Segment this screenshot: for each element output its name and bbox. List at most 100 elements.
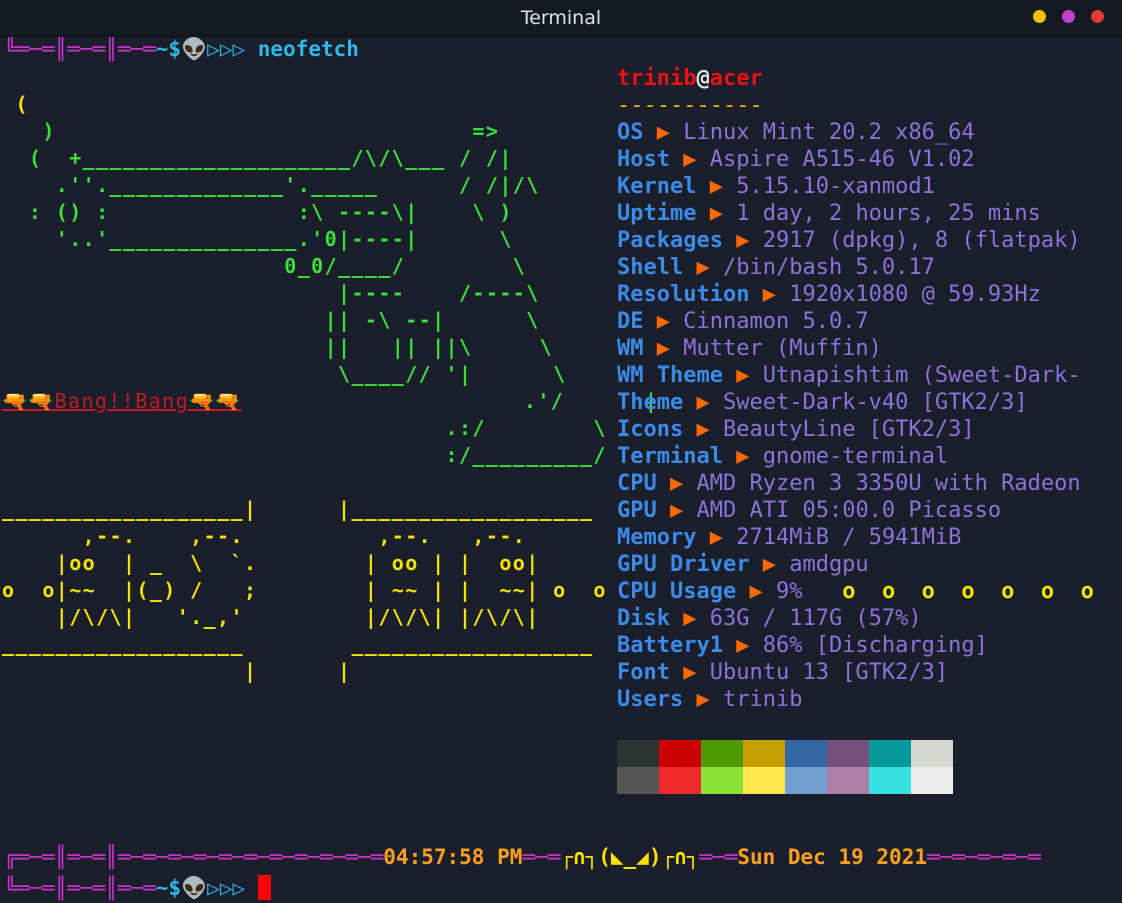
info-key: Packages xyxy=(617,228,723,253)
info-key: Users xyxy=(617,687,684,712)
maximize-button[interactable] xyxy=(1062,10,1075,23)
info-value: 2917 (dpkg), 8 (flatpak) xyxy=(762,228,1081,253)
title-bar: Terminal xyxy=(0,0,1122,37)
arrow-icon: ▶ xyxy=(696,255,710,280)
prompt-frame: ╚═─═║═─═║═─═ xyxy=(4,37,156,61)
arrow-icon: ▶ xyxy=(736,444,750,469)
info-value: AMD ATI 05:00.0 Picasso xyxy=(696,498,1002,523)
ascii-line: ,--. ,--. ,--. ,--. xyxy=(2,524,527,548)
ascii-line: ) => xyxy=(2,119,500,143)
arrow-icon: ▶ xyxy=(709,525,723,550)
arrow-icon: ▶ xyxy=(696,390,710,415)
ascii-line: o o|~~ |(_) / ; | ~~ | | ~~| o o xyxy=(2,578,607,602)
info-row: OS ▶ Linux Mint 20.2 x86_64 xyxy=(617,119,1094,146)
prompt-line-2[interactable]: ╚═─═║═─═║═─═~$👽▷▷▷ xyxy=(4,875,271,901)
ascii-line: |/\/\| '._,' |/\/\| |/\/\| xyxy=(2,605,540,629)
info-key: Disk xyxy=(617,606,670,631)
arrow-icon: ▶ xyxy=(656,336,670,361)
info-value: 86% [Discharging] xyxy=(762,633,988,658)
palette-swatch xyxy=(743,740,785,767)
info-row: Uptime ▶ 1 day, 2 hours, 25 mins xyxy=(617,200,1094,227)
arrow-icon: ▶ xyxy=(736,633,750,658)
ascii-line: :/_________/ xyxy=(2,443,607,467)
system-info: trinib@acer ----------- OS ▶ Linux Mint … xyxy=(617,65,1094,713)
arrow-icon: ▶ xyxy=(670,498,684,523)
ascii-line: || -\ --| \ xyxy=(2,308,540,332)
info-key: Theme xyxy=(617,390,684,415)
info-value: 2714MiB / 5941MiB xyxy=(736,525,962,550)
alien-icon: 👽 xyxy=(181,876,208,900)
palette-swatch xyxy=(617,740,659,767)
info-row: GPU ▶ AMD ATI 05:00.0 Picasso xyxy=(617,497,1094,524)
ascii-line: | | xyxy=(2,659,352,683)
info-value: 5.15.10-xanmod1 xyxy=(736,174,935,199)
info-value: Sweet-Dark-v40 [GTK2/3] xyxy=(722,390,1028,415)
palette-swatch xyxy=(785,767,827,794)
info-row: GPU Driver ▶ amdgpu xyxy=(617,551,1094,578)
palette-swatch xyxy=(827,767,869,794)
cpu-trail: o o o o o o o xyxy=(802,579,1094,604)
palette-swatch xyxy=(911,740,953,767)
palette-swatch xyxy=(659,767,701,794)
info-row: Battery1 ▶ 86% [Discharging] xyxy=(617,632,1094,659)
info-key: WM Theme xyxy=(617,363,723,388)
info-row: Packages ▶ 2917 (dpkg), 8 (flatpak) xyxy=(617,227,1094,254)
info-rows: OS ▶ Linux Mint 20.2 x86_64 Host ▶ Aspire… xyxy=(617,119,1094,713)
color-palette-bright xyxy=(617,767,953,794)
info-value: Mutter (Muffin) xyxy=(683,336,882,361)
info-row: Kernel ▶ 5.15.10-xanmod1 xyxy=(617,173,1094,200)
info-key: Host xyxy=(617,147,670,172)
prompt-symbol: ~$ xyxy=(155,37,182,61)
arrow-icon: ▶ xyxy=(696,687,710,712)
info-row: CPU Usage ▶ 9% o o o o o o o xyxy=(617,578,1094,605)
arrow-icon: ▶ xyxy=(736,228,750,253)
info-row: Resolution ▶ 1920x1080 @ 59.93Hz xyxy=(617,281,1094,308)
alien-icon: 👽 xyxy=(181,37,208,61)
info-key: Terminal xyxy=(617,444,723,469)
info-key: GPU Driver xyxy=(617,552,750,577)
user-host: trinib@acer xyxy=(617,66,763,91)
info-key: Icons xyxy=(617,417,684,442)
arrow-icon: ▶ xyxy=(696,417,710,442)
palette-swatch xyxy=(701,740,743,767)
terminal-area[interactable]: ╚═─═║═─═║═─═~$👽▷▷▷ neofetch ( ) => ( +__… xyxy=(0,37,1122,903)
ascii-line: \____// '| \ xyxy=(2,362,567,386)
palette-swatch xyxy=(911,767,953,794)
prompt-arrows-2: ▷▷▷ xyxy=(207,876,246,900)
info-row: Host ▶ Aspire A515-46 V1.02 xyxy=(617,146,1094,173)
palette-swatch xyxy=(743,767,785,794)
close-button[interactable] xyxy=(1091,10,1104,23)
info-row: Users ▶ trinib xyxy=(617,686,1094,713)
info-value: AMD Ryzen 3 3350U with Radeon xyxy=(696,471,1081,496)
status-frame-left: ╔═─═║═─═║═─═─═─═─═─═─═─═─═─═─═ xyxy=(4,845,384,869)
arrow-icon: ▶ xyxy=(762,552,776,577)
info-key: Uptime xyxy=(617,201,697,226)
ascii-line: '..'______________.'0|----| \ xyxy=(2,227,513,251)
info-key: CPU xyxy=(617,471,657,496)
prompt-arrows: ▷▷▷ xyxy=(207,37,246,61)
arrow-icon: ▶ xyxy=(709,174,723,199)
ascii-line: .:/ \ xyxy=(2,416,607,440)
info-row: Font ▶ Ubuntu 13 [GTK2/3] xyxy=(617,659,1094,686)
ascii-line: || || ||\ \ xyxy=(2,335,554,359)
info-row: DE ▶ Cinnamon 5.0.7 xyxy=(617,308,1094,335)
info-value: 63G / 117G (57%) xyxy=(709,606,922,631)
info-key: CPU Usage xyxy=(617,579,737,604)
bang-text: 🔫🔫Bang!!Bang🔫🔫 xyxy=(2,389,242,413)
ascii-art: ( ) => ( +____________________/\/\___ / … xyxy=(2,91,658,685)
minimize-button[interactable] xyxy=(1033,10,1046,23)
prompt-line: ╚═─═║═─═║═─═~$👽▷▷▷ neofetch xyxy=(4,37,359,62)
arrow-icon: ▶ xyxy=(762,282,776,307)
palette-swatch xyxy=(701,767,743,794)
status-time: 04:57:58 PM xyxy=(383,845,523,869)
info-value: 1920x1080 @ 59.93Hz xyxy=(789,282,1041,307)
info-value: Aspire A515-46 V1.02 xyxy=(709,147,975,172)
info-row: Shell ▶ /bin/bash 5.0.17 xyxy=(617,254,1094,281)
info-value: Utnapishtim (Sweet-Dark- xyxy=(762,363,1081,388)
status-date: Sun Dec 19 2021 xyxy=(737,845,927,869)
info-key: GPU xyxy=(617,498,657,523)
info-row: WM ▶ Mutter (Muffin) xyxy=(617,335,1094,362)
info-key: Shell xyxy=(617,255,684,280)
prompt-frame-2: ╚═─═║═─═║═─═ xyxy=(4,876,156,900)
arrow-icon: ▶ xyxy=(683,660,697,685)
